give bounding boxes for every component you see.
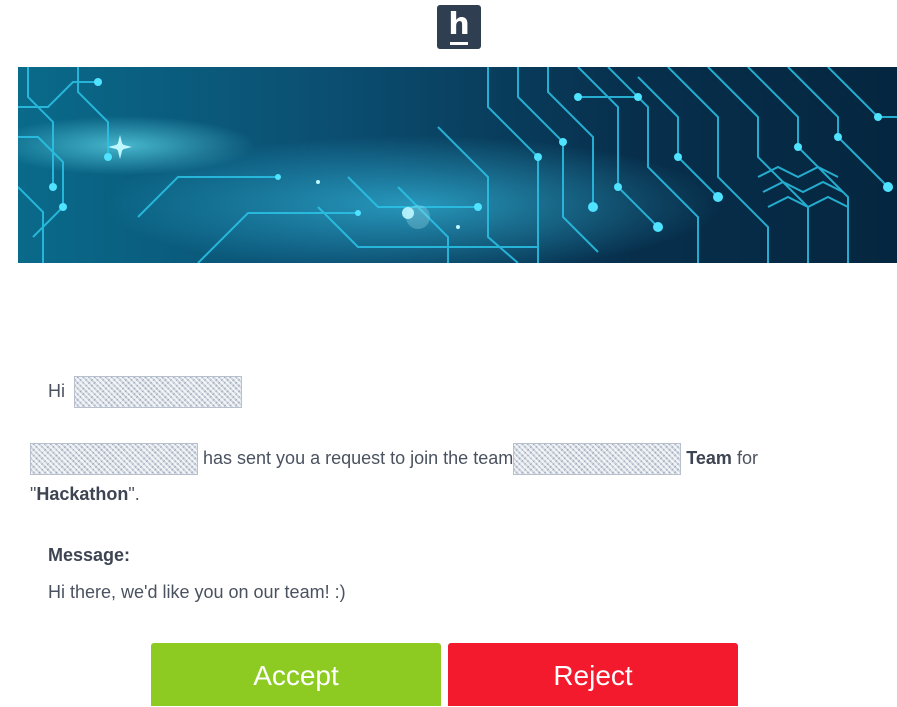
for-word: for <box>736 448 758 468</box>
quote-close: ". <box>128 484 140 504</box>
logo-letter: h <box>448 7 470 42</box>
greeting-word: Hi <box>48 380 65 401</box>
request-paragraph: has sent you a request to join the team … <box>30 440 830 512</box>
redacted-recipient-name <box>74 376 243 408</box>
event-name: Hackathon <box>36 484 129 504</box>
hackerearth-logo: h <box>437 5 481 49</box>
greeting-line: Hi <box>48 376 243 408</box>
circuit-board-image <box>18 67 897 263</box>
redacted-sender-name <box>30 443 198 476</box>
circuit-banner <box>18 67 897 263</box>
accept-button[interactable]: Accept <box>151 643 441 706</box>
logo-underline <box>450 42 468 45</box>
message-text: Hi there, we'd like you on our team! :) <box>48 582 346 602</box>
redacted-team-name <box>513 443 682 476</box>
reject-button[interactable]: Reject <box>448 643 738 706</box>
message-label: Message: <box>48 545 131 565</box>
team-suffix: Team <box>686 448 732 468</box>
request-text: has sent you a request to join the team <box>203 448 514 468</box>
